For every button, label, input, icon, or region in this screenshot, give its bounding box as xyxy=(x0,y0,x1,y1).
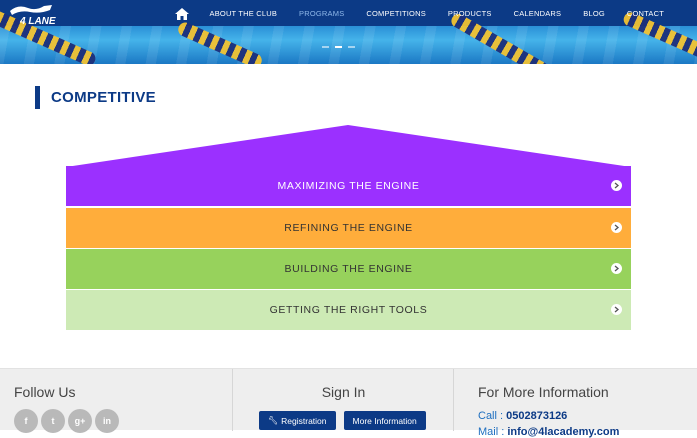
twitter-icon[interactable]: t xyxy=(41,409,65,433)
google-plus-icon[interactable]: g+ xyxy=(68,409,92,433)
pyramid-level-tools[interactable]: GETTING THE RIGHT TOOLS xyxy=(66,290,631,330)
chevron-right-icon[interactable] xyxy=(611,263,622,274)
site-logo[interactable]: 4 LANE xyxy=(8,2,56,27)
pyramid-roof xyxy=(66,125,631,167)
footer-signin: Sign In 🔧︎ Registration More Information xyxy=(233,369,454,431)
slider-dot[interactable] xyxy=(348,46,355,48)
nav-programs[interactable]: PROGRAMS xyxy=(288,9,355,18)
pyramid-level-label: MAXIMIZING THE ENGINE xyxy=(277,180,420,192)
social-links: f t g+ in xyxy=(14,409,119,433)
info-heading: For More Information xyxy=(478,384,609,400)
mail-label: Mail : xyxy=(478,426,508,438)
pool-water xyxy=(0,26,697,64)
pyramid-level-label: BUILDING THE ENGINE xyxy=(284,263,413,275)
pyramid-level-building[interactable]: BUILDING THE ENGINE xyxy=(66,249,631,289)
signin-buttons: 🔧︎ Registration More Information xyxy=(259,411,426,430)
email-link[interactable]: info@4lacademy.com xyxy=(507,426,619,438)
email-line: Mail : info@4lacademy.com xyxy=(478,426,619,438)
nav-blog[interactable]: BLOG xyxy=(572,9,616,18)
chevron-right-icon[interactable] xyxy=(611,222,622,233)
footer-info: For More Information Call : 0502873126 M… xyxy=(455,369,697,438)
page-title: COMPETITIVE xyxy=(51,89,156,106)
home-icon[interactable] xyxy=(174,7,189,20)
nav-calendars[interactable]: CALENDARS xyxy=(503,9,573,18)
footer-follow: Follow Us f t g+ in xyxy=(0,369,233,433)
registration-button[interactable]: 🔧︎ Registration xyxy=(259,411,336,430)
registration-label: Registration xyxy=(281,415,327,426)
nav-products[interactable]: PRODUCTS xyxy=(437,9,503,18)
linkedin-icon[interactable]: in xyxy=(95,409,119,433)
svg-text:4 LANE: 4 LANE xyxy=(19,16,56,26)
nav-about[interactable]: ABOUT THE CLUB xyxy=(199,9,289,18)
pyramid-level-maximizing[interactable]: MAXIMIZING THE ENGINE xyxy=(66,166,631,206)
wrench-icon: 🔧︎ xyxy=(268,416,279,425)
nav-contact[interactable]: CONTACT xyxy=(616,9,675,18)
footer: Follow Us f t g+ in Sign In 🔧︎ Registrat… xyxy=(0,368,697,438)
follow-heading: Follow Us xyxy=(14,384,76,400)
call-label: Call : xyxy=(478,410,507,422)
more-information-button[interactable]: More Information xyxy=(343,411,426,430)
title-accent-bar xyxy=(35,86,40,109)
hero-banner: 4 LANE ABOUT THE CLUB PROGRAMS COMPETITI… xyxy=(0,0,697,64)
facebook-icon[interactable]: f xyxy=(14,409,38,433)
slider-dot[interactable] xyxy=(322,46,329,48)
slider-dot-active[interactable] xyxy=(335,46,342,48)
slider-pagination xyxy=(322,46,355,48)
pyramid-level-label: GETTING THE RIGHT TOOLS xyxy=(269,304,428,316)
chevron-right-icon[interactable] xyxy=(611,304,622,315)
nav-competitions[interactable]: COMPETITIONS xyxy=(355,9,437,18)
signin-heading: Sign In xyxy=(321,384,366,400)
pyramid-level-label: REFINING THE ENGINE xyxy=(284,222,413,234)
phone-number[interactable]: 0502873126 xyxy=(506,410,567,422)
chevron-right-icon[interactable] xyxy=(611,180,622,191)
logo-icon: 4 LANE xyxy=(10,5,56,27)
main-nav: ABOUT THE CLUB PROGRAMS COMPETITIONS PRO… xyxy=(174,0,676,27)
pyramid-level-refining[interactable]: REFINING THE ENGINE xyxy=(66,208,631,248)
phone-line: Call : 0502873126 xyxy=(478,410,567,422)
